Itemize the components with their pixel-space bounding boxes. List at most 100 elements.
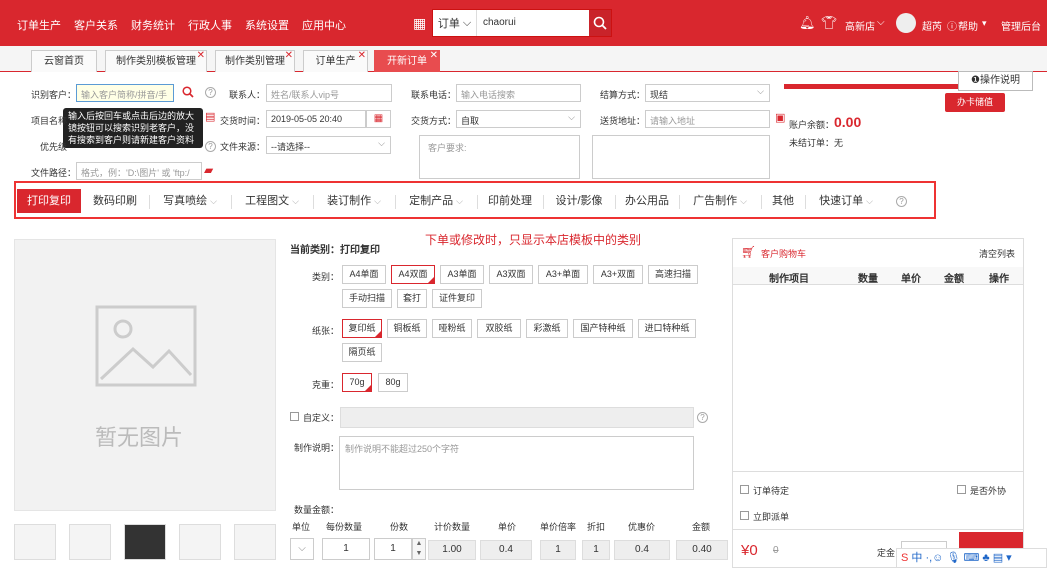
dispatch-checkbox[interactable]	[740, 511, 749, 520]
avatar[interactable]	[896, 13, 916, 33]
close-icon[interactable]: ✕	[285, 45, 293, 66]
category-poster[interactable]: 写真喷绘 ⌵	[150, 189, 230, 213]
ops-guide-button[interactable]: ❶操作说明	[958, 71, 1033, 91]
category-advertising[interactable]: 广告制作 ⌵	[680, 189, 760, 213]
paper-option[interactable]: 隔页纸	[342, 343, 382, 362]
pending-checkbox[interactable]	[740, 485, 749, 494]
time-input[interactable]: 2019-05-05 20:40	[266, 110, 366, 128]
type-option[interactable]: 证件复印	[432, 289, 482, 308]
close-icon[interactable]: ✕	[197, 45, 205, 66]
category-quick-order[interactable]: 快速订单 ⌵	[806, 189, 886, 213]
nav-settings[interactable]: 系统设置	[245, 17, 289, 33]
close-icon[interactable]: ✕	[358, 45, 366, 66]
nav-app-center[interactable]: 应用中心	[302, 17, 346, 33]
question-icon[interactable]: ?	[205, 141, 216, 152]
nav-order-production[interactable]: 订单生产	[17, 17, 61, 33]
category-digital-print[interactable]: 数码印刷	[82, 189, 148, 213]
help-icon[interactable]: ⓘ	[947, 18, 957, 33]
paper-option-selected[interactable]: 复印纸	[342, 319, 382, 338]
calendar-list-icon[interactable]: ▤	[205, 110, 215, 123]
user-name[interactable]: 超芮	[922, 18, 942, 33]
question-icon[interactable]: ?	[697, 412, 708, 423]
clear-list-button[interactable]: 清空列表	[979, 247, 1015, 260]
type-option[interactable]: 高速扫描	[648, 265, 698, 284]
type-option[interactable]: A3双面	[489, 265, 533, 284]
paper-option[interactable]: 进口特种纸	[638, 319, 696, 338]
type-label: 类别：	[312, 272, 340, 282]
admin-link[interactable]: 管理后台	[1001, 18, 1041, 33]
cart-total: ¥0	[741, 542, 758, 559]
shirt-icon[interactable]: 👕︎	[821, 15, 838, 31]
per-copy-input[interactable]: 1	[322, 538, 370, 560]
category-office[interactable]: 办公用品	[616, 189, 678, 213]
type-option[interactable]: A4单面	[342, 265, 386, 284]
thumbnail-photo[interactable]	[124, 524, 166, 560]
category-binding[interactable]: 装订制作 ⌵	[314, 189, 394, 213]
copies-stepper[interactable]: ▲ ▼	[412, 538, 426, 560]
requirement-textarea[interactable]: 客户要求:	[419, 135, 580, 179]
customer-input[interactable]: 输入客户简称/拼音/手	[76, 84, 174, 102]
ime-toolbar[interactable]: S 中 ·,☺ 🎙︎ ⌨︎ ♣ ▤ ▾	[896, 548, 1047, 568]
desc-textarea[interactable]: 制作说明不能超过250个字符	[339, 436, 694, 490]
folder-icon[interactable]: ▰	[204, 163, 213, 177]
contact-input[interactable]: 姓名/联系人vip号	[266, 84, 392, 102]
delivery-select[interactable]: 自取	[456, 110, 581, 128]
category-design[interactable]: 设计/影像	[544, 189, 614, 213]
thumbnail[interactable]	[179, 524, 221, 560]
magnifier-button[interactable]	[182, 86, 194, 101]
unit-select[interactable]: ⌵	[290, 538, 314, 560]
nav-customer[interactable]: 客户关系	[74, 17, 118, 33]
type-option[interactable]: A3+单面	[538, 265, 588, 284]
calendar-icon[interactable]: ▦	[366, 110, 391, 128]
nav-admin-hr[interactable]: 行政人事	[188, 17, 232, 33]
help-link[interactable]: 帮助	[958, 18, 978, 33]
paper-option[interactable]: 双胶纸	[477, 319, 521, 338]
category-engineering[interactable]: 工程图文 ⌵	[232, 189, 312, 213]
copies-input[interactable]: 1	[374, 538, 412, 560]
thumbnail[interactable]	[14, 524, 56, 560]
weight-option[interactable]: 80g	[378, 373, 408, 392]
thumbnail[interactable]	[69, 524, 111, 560]
address-input[interactable]: 请输入地址	[645, 110, 770, 128]
paper-option[interactable]: 彩激纸	[526, 319, 568, 338]
close-icon[interactable]: ✕	[430, 45, 438, 66]
type-option[interactable]: A3单面	[440, 265, 484, 284]
paper-option[interactable]: 铜板纸	[387, 319, 427, 338]
tab-order-production[interactable]: 订单生产 ✕	[303, 50, 368, 72]
card-recharge-button[interactable]: 办卡储值	[945, 93, 1005, 112]
weight-option-selected[interactable]: 70g	[342, 373, 372, 392]
tab-category-mgmt[interactable]: 制作类别管理 ✕	[215, 50, 295, 72]
paper-option[interactable]: 哑粉纸	[432, 319, 472, 338]
settle-select[interactable]: 现结	[645, 84, 770, 102]
nav-finance[interactable]: 财务统计	[131, 17, 175, 33]
address-textarea[interactable]	[592, 135, 770, 179]
outsource-checkbox[interactable]	[957, 485, 966, 494]
shop-name[interactable]: 高新店	[845, 18, 875, 33]
custom-input[interactable]	[340, 407, 694, 428]
save-icon[interactable]: ▣	[775, 111, 785, 124]
search-input[interactable]: chaorui	[477, 10, 589, 36]
question-icon[interactable]: ?	[896, 196, 907, 207]
category-other[interactable]: 其他	[762, 189, 804, 213]
category-prepress[interactable]: 印前处理	[478, 189, 542, 213]
question-icon[interactable]: ?	[205, 87, 216, 98]
source-select[interactable]: --请选择--	[266, 136, 391, 154]
paper-option[interactable]: 国产特种纸	[573, 319, 633, 338]
phone-input[interactable]: 输入电话搜索	[456, 84, 581, 102]
category-print-copy[interactable]: 打印复印	[17, 189, 81, 213]
search-button[interactable]	[589, 10, 611, 36]
category-custom-product[interactable]: 定制产品 ⌵	[396, 189, 476, 213]
type-option-selected[interactable]: A4双面	[391, 265, 435, 284]
tab-home[interactable]: 云窗首页	[31, 50, 97, 72]
type-option[interactable]: 套打	[397, 289, 427, 308]
tab-template-mgmt[interactable]: 制作类别模板管理 ✕	[105, 50, 207, 72]
grid-icon[interactable]: ▦	[413, 15, 426, 32]
path-input[interactable]: 格式，例：'D:\图片' 或 'ftp:/	[76, 162, 202, 180]
bell-icon[interactable]: 🔔︎	[799, 15, 816, 31]
type-option[interactable]: 手动扫描	[342, 289, 392, 308]
search-type-select[interactable]: 订单 ⌵	[433, 10, 477, 36]
custom-checkbox[interactable]	[290, 412, 299, 421]
type-option[interactable]: A3+双面	[593, 265, 643, 284]
tab-new-order[interactable]: 开新订单 ✕	[374, 50, 440, 72]
thumbnail[interactable]	[234, 524, 276, 560]
